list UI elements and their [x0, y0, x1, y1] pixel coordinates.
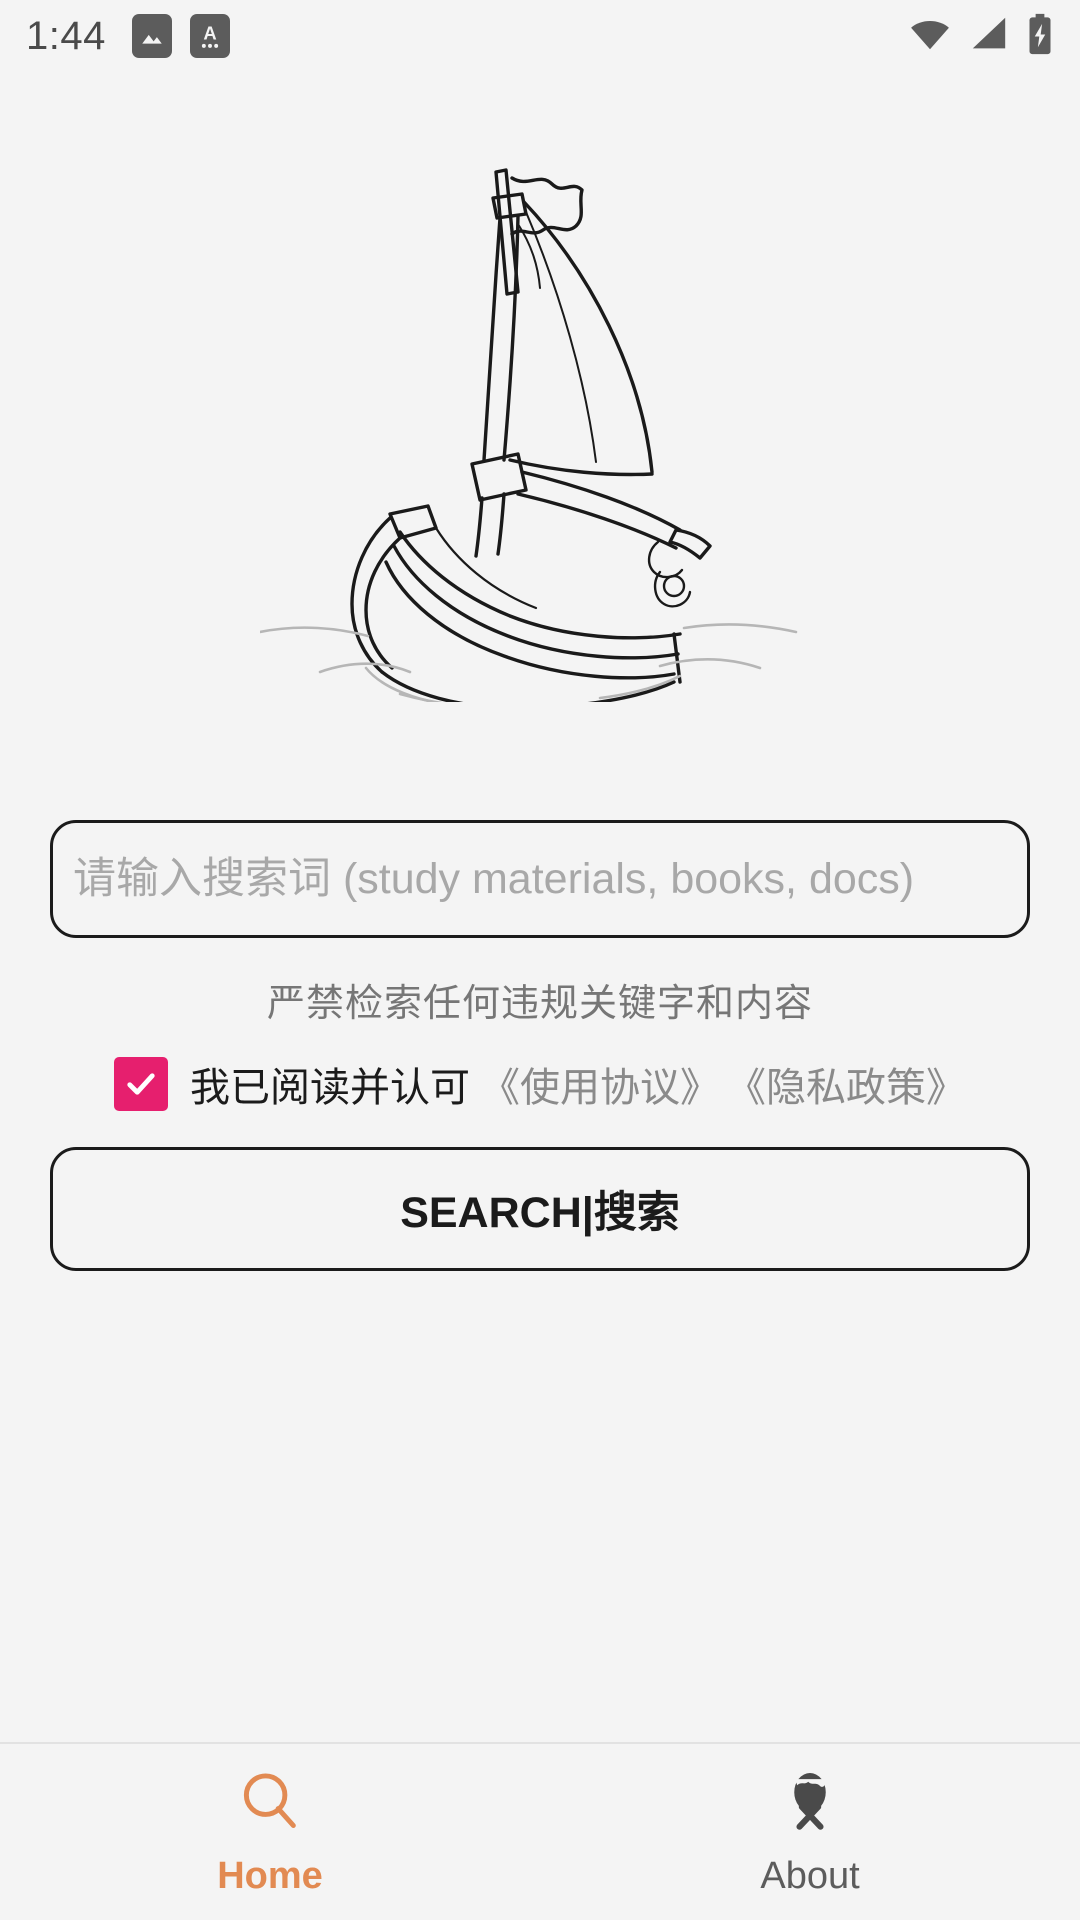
status-bar-system-icons [908, 13, 1054, 60]
search-button[interactable]: SEARCH|搜索 [50, 1147, 1030, 1271]
search-icon [235, 1766, 305, 1841]
agreement-row[interactable]: 我已阅读并认可 《使用协议》 《隐私政策》 [50, 1055, 1030, 1113]
nav-label-home: Home [217, 1855, 323, 1897]
nav-label-about: About [760, 1855, 860, 1897]
cellular-signal-icon [969, 16, 1009, 57]
hero-illustration-container [0, 72, 1080, 772]
search-warning-text: 严禁检索任何违规关键字和内容 [266, 983, 813, 1025]
sailboat-illustration [260, 168, 798, 702]
search-input-container[interactable] [50, 820, 1030, 938]
nav-item-home[interactable]: Home [0, 1744, 540, 1920]
status-bar-notification-icons: A [131, 14, 230, 58]
wifi-icon [908, 16, 952, 57]
search-panel: 严禁检索任何违规关键字和内容 我已阅读并认可 《使用协议》 《隐私政策》 SEA… [0, 820, 1080, 1271]
privacy-policy-link[interactable]: 《隐私政策》 [726, 1055, 966, 1113]
info-person-icon [775, 1766, 845, 1841]
bottom-navigation-bar: Home About [0, 1742, 1080, 1920]
agreement-checkbox[interactable] [114, 1057, 168, 1111]
search-input[interactable] [73, 854, 1007, 904]
agreement-label: 我已阅读并认可 [190, 1066, 470, 1110]
user-agreement-link[interactable]: 《使用协议》 [480, 1055, 720, 1113]
status-bar-time: 1:44 [26, 13, 106, 58]
battery-charging-icon [1026, 13, 1054, 60]
nav-item-about[interactable]: About [540, 1744, 1080, 1920]
svg-text:A: A [203, 23, 216, 44]
text-input-icon: A [189, 14, 230, 58]
image-icon [131, 14, 172, 58]
status-bar: 1:44 A [0, 0, 1080, 72]
